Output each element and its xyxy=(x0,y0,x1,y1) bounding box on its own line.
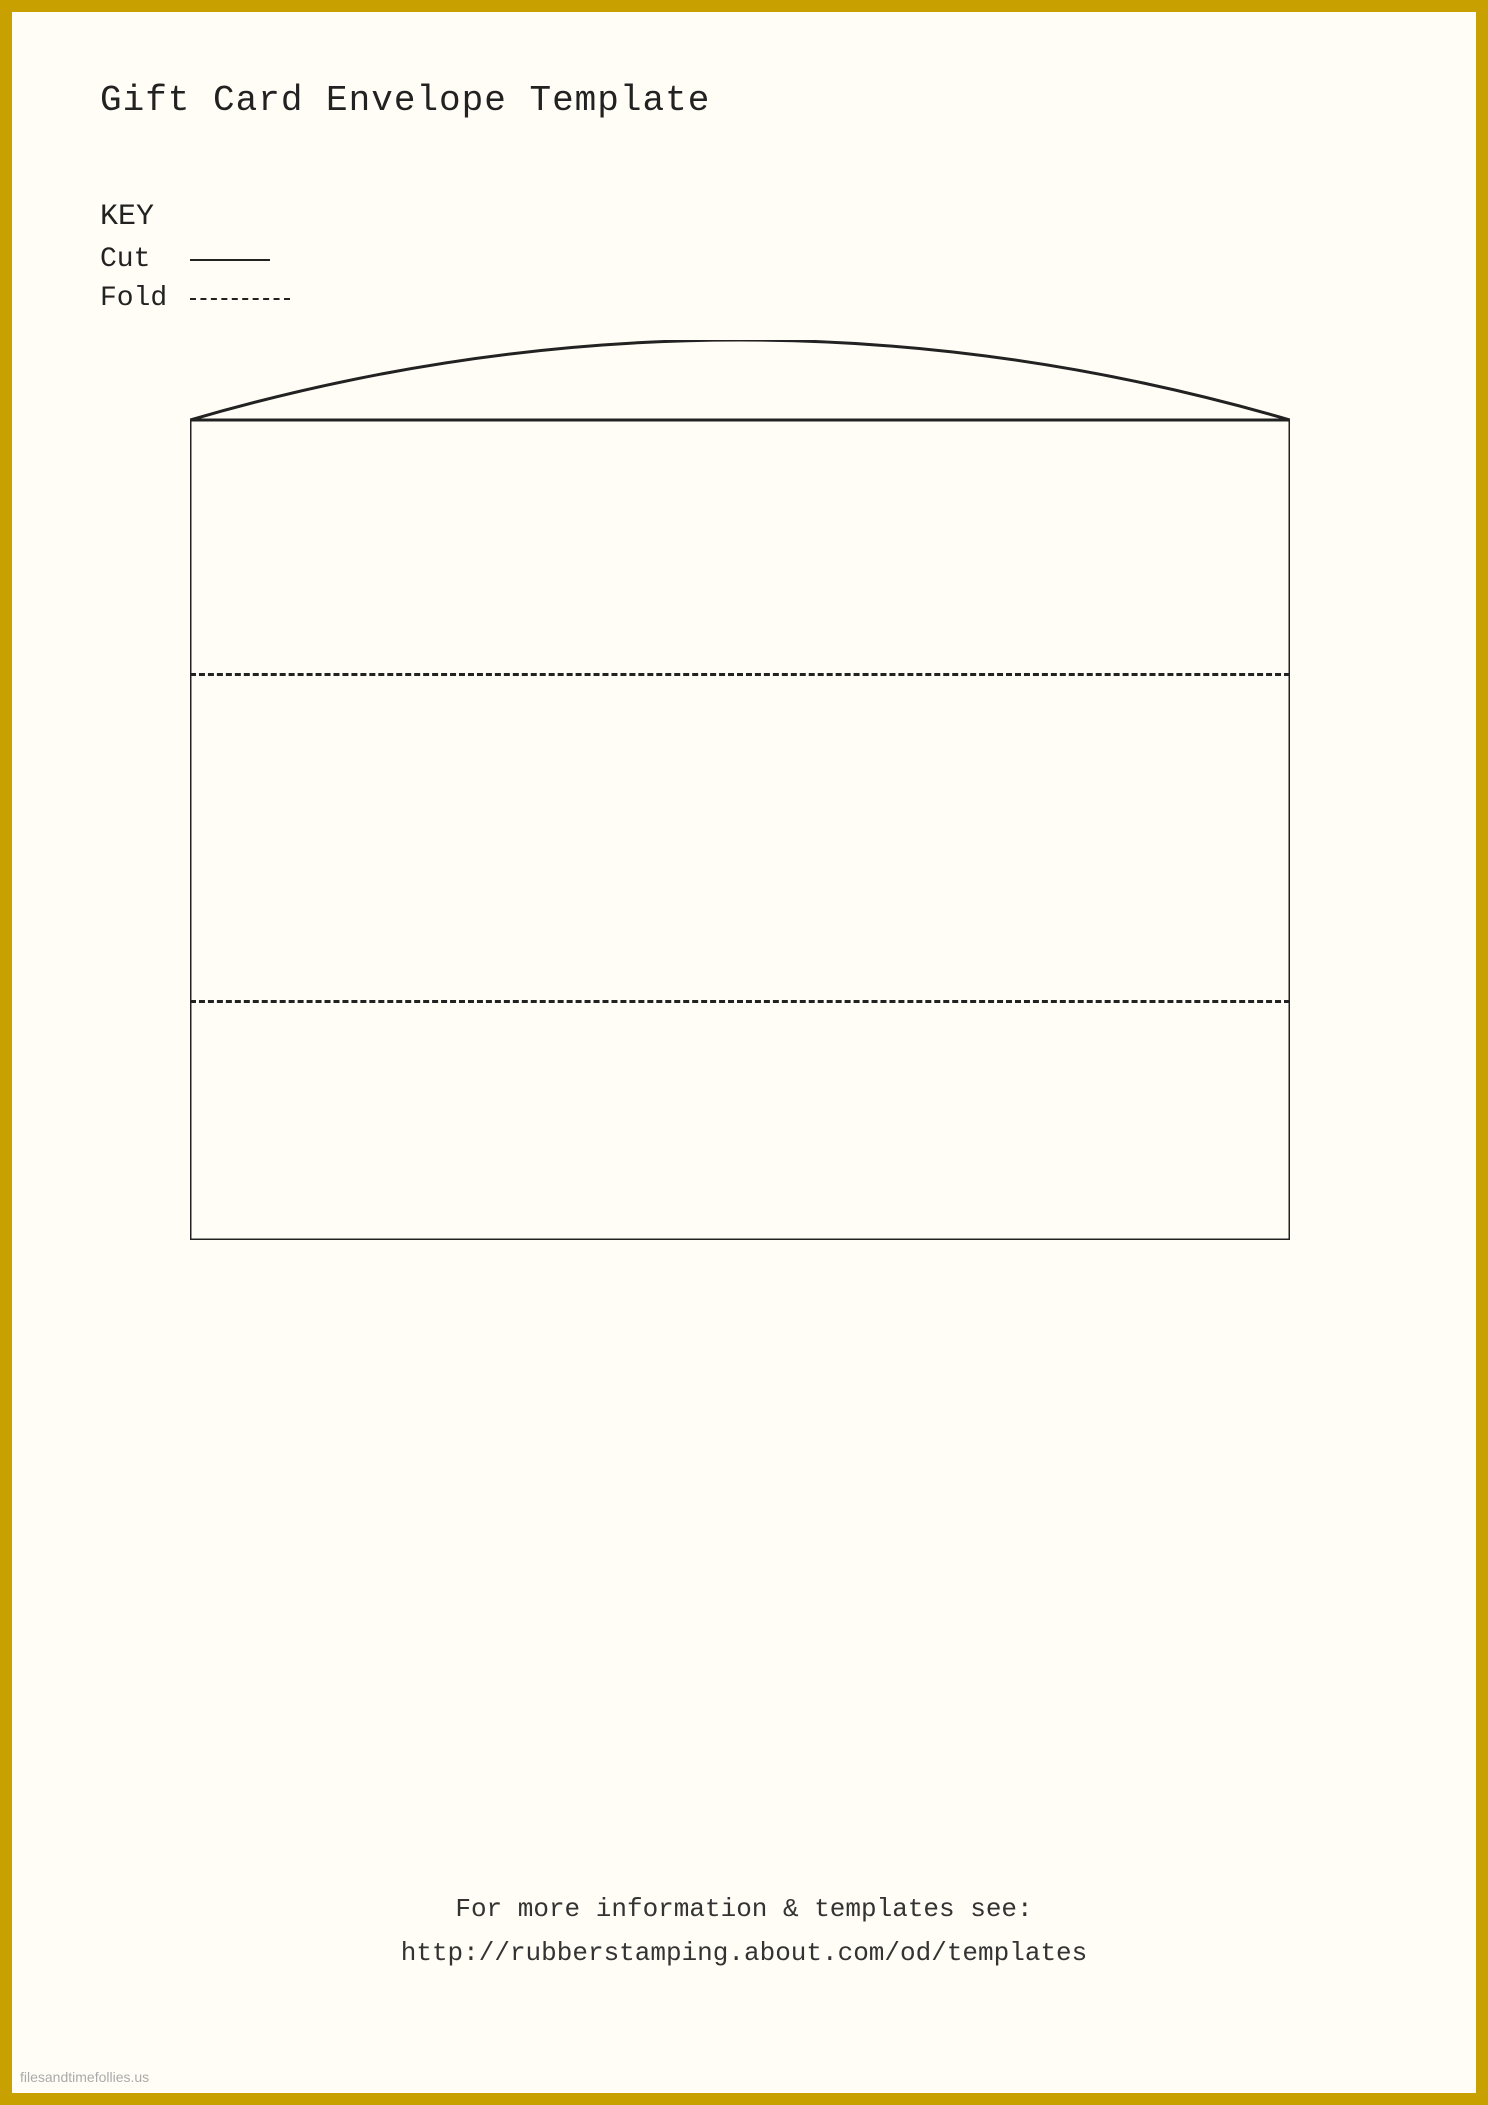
key-fold-label: Fold xyxy=(100,283,180,314)
key-cut-item: Cut xyxy=(100,244,290,275)
footer-section: For more information & templates see: ht… xyxy=(0,1887,1488,1975)
footer-line2: http://rubberstamping.about.com/od/templ… xyxy=(0,1931,1488,1975)
key-cut-label: Cut xyxy=(100,244,180,275)
footer-line1: For more information & templates see: xyxy=(0,1887,1488,1931)
envelope-svg xyxy=(190,340,1290,1240)
key-heading: KEY xyxy=(100,200,290,234)
page-title: Gift Card Envelope Template xyxy=(100,80,710,121)
fold-line-1 xyxy=(190,673,1290,676)
envelope-template xyxy=(190,340,1290,1240)
key-cut-line xyxy=(190,259,270,261)
key-fold-item: Fold xyxy=(100,283,290,314)
fold-line-2 xyxy=(190,1000,1290,1003)
key-fold-line xyxy=(190,298,290,300)
watermark: filesandtimefollies.us xyxy=(20,2069,149,2085)
key-section: KEY Cut Fold xyxy=(100,200,290,322)
